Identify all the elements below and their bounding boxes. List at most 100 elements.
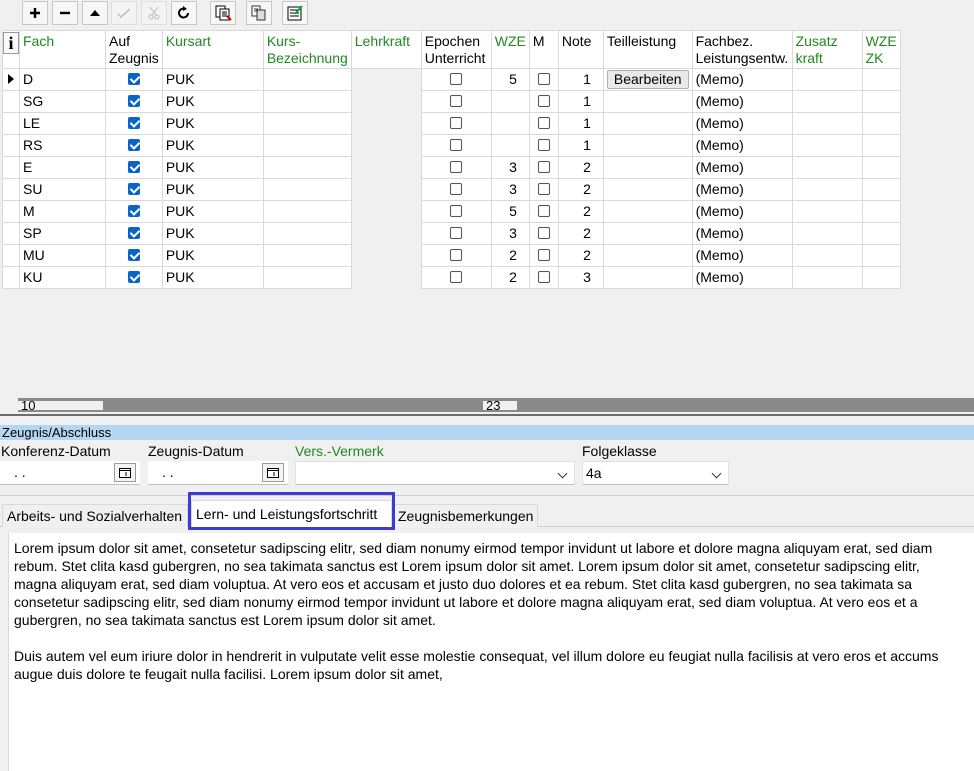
cell-wze-zk[interactable] <box>861 68 901 91</box>
cell-kursart[interactable]: PUK <box>161 112 264 135</box>
cell-note[interactable]: 2 <box>557 178 604 201</box>
column-header-m[interactable]: M <box>528 30 559 69</box>
table-row[interactable]: SU PUK 3 2 (Memo) <box>2 178 901 201</box>
cell-note[interactable]: 2 <box>557 200 604 223</box>
cell-wze[interactable]: 3 <box>490 156 530 179</box>
cell-wze-zk[interactable] <box>861 200 901 223</box>
cell-note[interactable]: 1 <box>557 134 604 157</box>
column-header-kursart[interactable]: Kursart <box>161 30 264 69</box>
cell-zusatzkraft[interactable] <box>791 200 863 223</box>
cell-teilleistung[interactable] <box>602 156 693 179</box>
cell-kurs-bezeichnung[interactable] <box>262 134 352 157</box>
table-row[interactable]: KU PUK 2 3 (Memo) <box>2 266 901 289</box>
cell-note[interactable]: 1 <box>557 68 604 91</box>
m-checkbox[interactable] <box>537 160 550 173</box>
cell-fach[interactable]: KU <box>19 266 106 289</box>
cell-fachbez-memo[interactable]: (Memo) <box>691 222 793 245</box>
table-row[interactable]: SP PUK 3 2 (Memo) <box>2 222 901 245</box>
auf-zeugnis-checkbox[interactable] <box>127 226 140 239</box>
cell-wze-zk[interactable] <box>861 266 901 289</box>
cell-kursart[interactable]: PUK <box>161 266 264 289</box>
cell-wze-zk[interactable] <box>861 156 901 179</box>
cell-fachbez-memo[interactable]: (Memo) <box>691 266 793 289</box>
auf-zeugnis-checkbox[interactable] <box>127 160 140 173</box>
column-header-epochen-unterricht[interactable]: Epochen Unterricht <box>420 30 492 69</box>
table-row[interactable]: E PUK 3 2 (Memo) <box>2 156 901 179</box>
cell-note[interactable]: 3 <box>557 266 604 289</box>
cell-kursart[interactable]: PUK <box>161 134 264 157</box>
cell-fachbez-memo[interactable]: (Memo) <box>691 68 793 91</box>
cell-epochen-unterricht[interactable] <box>420 68 492 91</box>
cell-fach[interactable]: RS <box>19 134 106 157</box>
cell-fach[interactable]: M <box>19 200 106 223</box>
cell-kurs-bezeichnung[interactable] <box>262 112 352 135</box>
cell-teilleistung[interactable] <box>602 266 693 289</box>
row-indicator[interactable] <box>2 112 20 135</box>
cell-fachbez-memo[interactable]: (Memo) <box>691 90 793 113</box>
row-indicator[interactable] <box>2 200 20 223</box>
cell-zusatzkraft[interactable] <box>791 112 863 135</box>
cut-button[interactable] <box>141 1 167 25</box>
cell-kurs-bezeichnung[interactable] <box>262 178 352 201</box>
table-row[interactable]: MU PUK 2 2 (Memo) <box>2 244 901 267</box>
column-header-wze[interactable]: WZE <box>490 30 530 69</box>
auf-zeugnis-checkbox[interactable] <box>127 138 140 151</box>
vers-vermerk-select[interactable] <box>295 461 575 485</box>
transfer-button[interactable] <box>246 1 272 25</box>
cell-teilleistung[interactable] <box>602 200 693 223</box>
column-header-note[interactable]: Note <box>557 30 604 69</box>
cell-kursart[interactable]: PUK <box>161 178 264 201</box>
cell-note[interactable]: 2 <box>557 244 604 267</box>
cell-m[interactable] <box>528 266 559 289</box>
column-header-fachbez-leistungsentw[interactable]: Fachbez. Leistungsentw. <box>691 30 793 69</box>
cell-auf-zeugnis[interactable] <box>105 200 163 223</box>
auf-zeugnis-checkbox[interactable] <box>127 182 140 195</box>
m-checkbox[interactable] <box>537 116 550 129</box>
epochen-checkbox[interactable] <box>450 160 463 173</box>
cell-note[interactable]: 2 <box>557 156 604 179</box>
m-checkbox[interactable] <box>537 138 550 151</box>
cell-teilleistung[interactable] <box>602 178 693 201</box>
cell-epochen-unterricht[interactable] <box>420 244 492 267</box>
column-header-zusatzkraft[interactable]: Zusatz kraft <box>791 30 863 69</box>
cell-m[interactable] <box>528 178 559 201</box>
cell-teilleistung[interactable] <box>602 134 693 157</box>
cell-fach[interactable]: E <box>19 156 106 179</box>
cell-lehrkraft[interactable] <box>350 112 422 135</box>
cell-wze[interactable]: 3 <box>490 222 530 245</box>
cell-kursart[interactable]: PUK <box>161 68 264 91</box>
cell-fach[interactable]: LE <box>19 112 106 135</box>
m-checkbox[interactable] <box>537 94 550 107</box>
cell-epochen-unterricht[interactable] <box>420 200 492 223</box>
table-row[interactable]: SG PUK 1 (Memo) <box>2 90 901 113</box>
cell-auf-zeugnis[interactable] <box>105 178 163 201</box>
cell-wze-zk[interactable] <box>861 134 901 157</box>
cell-lehrkraft[interactable] <box>350 200 422 223</box>
cell-epochen-unterricht[interactable] <box>420 178 492 201</box>
row-indicator[interactable] <box>2 134 20 157</box>
add-button[interactable] <box>22 1 48 25</box>
cell-wze[interactable] <box>490 112 530 135</box>
cell-kursart[interactable]: PUK <box>161 244 264 267</box>
cell-fachbez-memo[interactable]: (Memo) <box>691 156 793 179</box>
auf-zeugnis-checkbox[interactable] <box>127 72 140 85</box>
cell-m[interactable] <box>528 244 559 267</box>
cell-auf-zeugnis[interactable] <box>105 156 163 179</box>
m-checkbox[interactable] <box>537 226 550 239</box>
cell-wze-zk[interactable] <box>861 222 901 245</box>
cell-teilleistung[interactable]: Bearbeiten <box>602 68 693 91</box>
cell-fachbez-memo[interactable]: (Memo) <box>691 200 793 223</box>
auf-zeugnis-checkbox[interactable] <box>127 116 140 129</box>
column-header-auf-zeugnis[interactable]: Auf Zeugnis <box>105 30 163 69</box>
cell-zusatzkraft[interactable] <box>791 266 863 289</box>
cell-note[interactable]: 2 <box>557 222 604 245</box>
cell-auf-zeugnis[interactable] <box>105 244 163 267</box>
epochen-checkbox[interactable] <box>450 226 463 239</box>
cell-teilleistung[interactable] <box>602 90 693 113</box>
redo-button[interactable] <box>171 1 197 25</box>
cell-auf-zeugnis[interactable] <box>105 112 163 135</box>
horizontal-scrollbar[interactable]: 10 23 <box>18 398 974 412</box>
move-up-button[interactable] <box>82 1 108 25</box>
zeugnis-calendar-button[interactable] <box>262 463 284 482</box>
cell-zusatzkraft[interactable] <box>791 222 863 245</box>
